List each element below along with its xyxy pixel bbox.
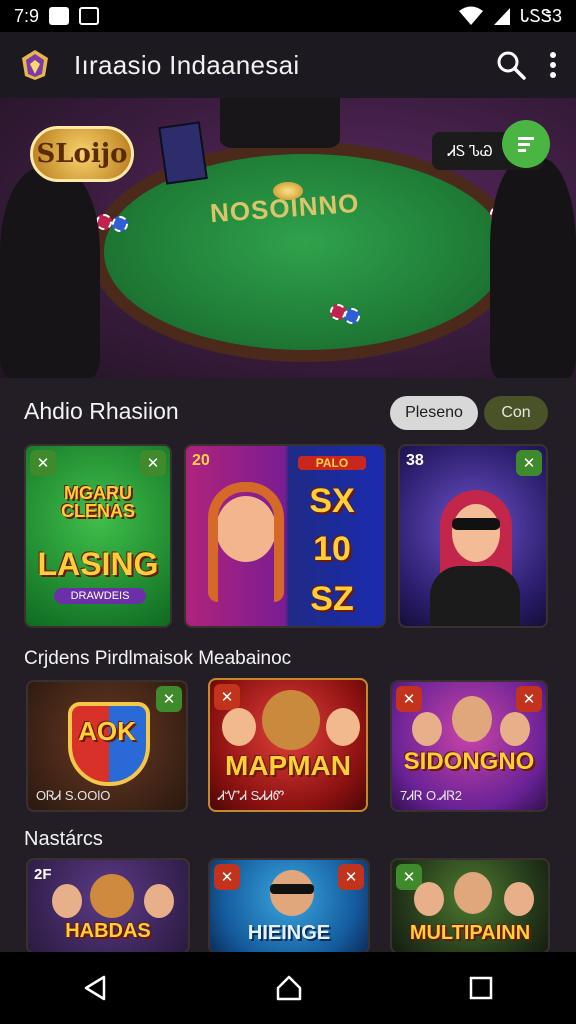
player-left <box>0 168 100 378</box>
hero-logo: SLoijo <box>30 126 134 182</box>
game-card[interactable]: ✕ ✕ SIDONGNO 7ᏗᏒ O.ᏗᏒ2 <box>390 680 548 812</box>
character-face <box>326 708 360 746</box>
status-bar: 7:9 ᏓᏚᏕ3 <box>0 0 576 32</box>
torso <box>430 566 520 626</box>
card-label-top: MGARU CLENAS <box>60 483 135 521</box>
card-big-label: SIDONGNO <box>403 748 535 775</box>
sunglasses-icon <box>270 884 314 894</box>
section-header-1: Ahdio Rhasiion <box>24 398 179 425</box>
screen-icon <box>158 121 208 185</box>
favorite-badge-icon[interactable]: ✕ <box>396 686 422 712</box>
reel-top-label: PALO <box>298 456 366 470</box>
reel-symbol: SZ <box>310 580 354 618</box>
favorite-badge-icon[interactable]: ✕ <box>214 684 240 710</box>
poker-table-felt <box>104 154 506 350</box>
sunglasses-icon <box>452 518 500 530</box>
app-logo-icon[interactable] <box>18 48 52 82</box>
card-caption: OᏒᏗ S.OOlO <box>36 788 111 803</box>
dealer <box>220 98 340 148</box>
game-card[interactable]: ✕ MULTIPAINN <box>390 858 550 954</box>
chip-stack-icon <box>344 308 360 324</box>
favorite-badge-icon[interactable]: ✕ <box>140 450 166 476</box>
filter-pill-primary[interactable]: Pleseno <box>390 396 478 430</box>
reel-symbol: SX <box>309 482 355 520</box>
card-label-big: LASING <box>37 546 159 582</box>
card-caption: ᏗᏉᏗ SᏗᏗᏛ <box>218 788 285 803</box>
favorite-badge-icon[interactable]: ✕ <box>516 686 542 712</box>
character-face <box>454 872 492 914</box>
card-big-label: AOK <box>78 716 136 746</box>
favorite-badge-icon[interactable]: ✕ <box>214 864 240 890</box>
game-card[interactable]: 2F HABDAS <box>26 858 190 954</box>
search-icon[interactable] <box>496 50 526 80</box>
more-options-icon[interactable] <box>548 51 558 79</box>
back-icon[interactable] <box>82 974 110 1002</box>
notification-icon <box>49 7 70 25</box>
game-card[interactable]: 38 ✕ <box>398 444 548 628</box>
card-caption: 7ᏗᏒ O.ᏗᏒ2 <box>400 788 463 803</box>
character-face <box>452 504 500 562</box>
game-card[interactable]: 20 PALO SX 10 SZ <box>184 444 386 628</box>
favorite-badge-icon[interactable]: ✕ <box>156 686 182 712</box>
section-header-3: Nastárcs <box>24 828 103 851</box>
filter-pill-secondary[interactable]: Con <box>484 396 548 430</box>
game-card[interactable]: ✕ MAPMAN ᏗᏉᏗ SᏗᏗᏛ <box>208 678 368 812</box>
favorite-badge-icon[interactable]: ✕ <box>30 450 56 476</box>
section-title-1: Ahdio Rhasiion <box>24 398 179 424</box>
character-face <box>222 708 256 746</box>
home-icon[interactable] <box>275 974 303 1002</box>
wifi-icon <box>459 6 484 25</box>
status-right-text: ᏓᏚᏕ3 <box>520 5 562 26</box>
favorite-badge-icon[interactable]: ✕ <box>516 450 542 476</box>
coin-icon <box>273 182 303 200</box>
cell-signal-icon <box>494 8 511 25</box>
favorite-badge-icon[interactable]: ✕ <box>338 864 364 890</box>
character-face <box>144 884 174 918</box>
player-right <box>490 158 576 378</box>
section-title-2: Crjdens Pirdlmaisok Meabainoc <box>24 648 292 669</box>
image-notification-icon <box>79 7 100 25</box>
character-face <box>500 712 530 746</box>
character-face <box>452 696 492 742</box>
section-header-2: Crjdens Pirdlmaisok Meabainoc <box>24 648 291 670</box>
list-icon <box>518 137 534 152</box>
card-big-label: HABDAS <box>65 920 151 942</box>
character-hair <box>208 482 284 602</box>
character-face <box>504 882 534 916</box>
reel-symbol: 10 <box>313 530 351 568</box>
character-face <box>412 712 442 746</box>
character-face <box>52 884 82 918</box>
card-label-sub: DRAWDEIS <box>54 588 146 604</box>
mascot-face <box>90 874 134 918</box>
recents-icon[interactable] <box>468 975 494 1001</box>
card-number-badge: 2F <box>34 866 52 883</box>
character-face <box>414 882 444 916</box>
card-big-label: MULTIPAINN <box>409 922 531 944</box>
game-card[interactable]: ✕ AOK OᏒᏗ S.OOlO <box>26 680 188 812</box>
hero-banner[interactable]: NOSOINNO SLoijo ᏗᏚ ᏖᏊ <box>0 98 576 378</box>
card-big-label: MAPMAN <box>225 750 351 781</box>
status-time: 7:9 <box>14 5 40 26</box>
game-card[interactable]: ✕ ✕ MGARU CLENAS LASING DRAWDEIS <box>24 444 172 628</box>
app-title: Iıraasio Indaanesai <box>74 49 300 80</box>
system-nav-bar <box>0 952 576 1024</box>
section-title-3: Nastárcs <box>24 828 103 850</box>
card-number-badge: 38 <box>406 452 424 469</box>
game-card[interactable]: ✕ ✕ HIEINGE <box>208 858 370 954</box>
mascot-face <box>262 690 320 750</box>
chip-stack-icon <box>112 216 128 232</box>
app-bar: Iıraasio Indaanesai <box>0 32 576 98</box>
card-big-label: HIEINGE <box>247 922 331 944</box>
list-fab-button[interactable] <box>502 120 550 168</box>
card-number-badge: 20 <box>192 452 210 469</box>
